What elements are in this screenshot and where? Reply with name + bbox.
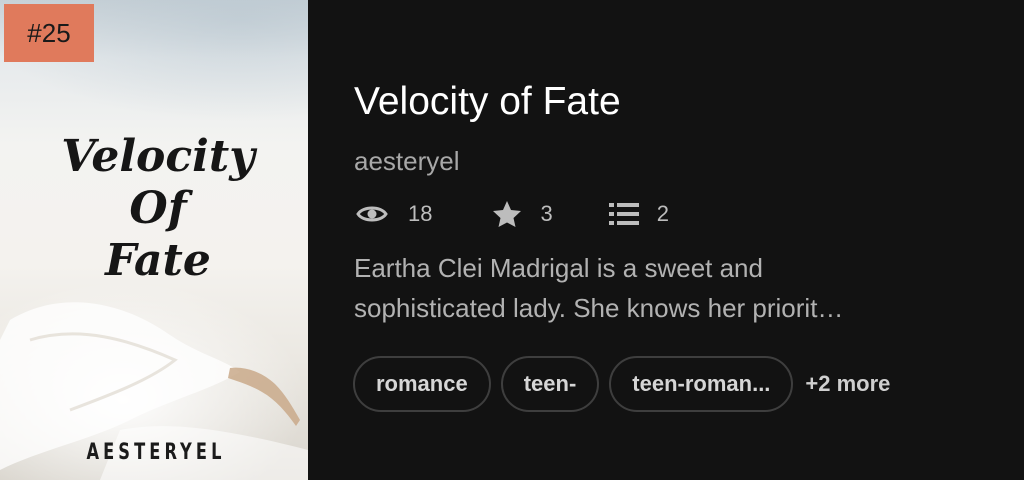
story-stats: 18 3 2 <box>356 196 729 232</box>
cover-author: AESTERYEL <box>86 440 226 465</box>
reads-stat: 18 <box>356 201 432 227</box>
description-line: Eartha Clei Madrigal is a sweet and <box>354 253 763 283</box>
rank-badge: #25 <box>4 4 94 62</box>
description-line: sophisticated lady. She knows her priori… <box>354 293 844 323</box>
reads-count: 18 <box>408 201 433 226</box>
cover-title-line: Velocity <box>61 131 255 182</box>
more-tags-link[interactable]: +2 more <box>805 371 890 397</box>
votes-stat: 3 <box>492 200 553 228</box>
tag-teen[interactable]: teen- <box>500 356 600 412</box>
story-card[interactable]: Velocity Of Fate AESTERYEL #25 Velocity … <box>0 0 1024 480</box>
tag-teen-romance[interactable]: teen-roman... <box>609 356 794 412</box>
parts-stat: 2 <box>608 201 669 227</box>
eye-icon <box>356 206 388 222</box>
tag-romance[interactable]: romance <box>353 356 491 412</box>
parts-count: 2 <box>656 201 669 226</box>
star-icon <box>493 201 522 227</box>
cover-title-line: Fate <box>105 235 211 286</box>
book-cover[interactable]: Velocity Of Fate AESTERYEL <box>0 0 308 480</box>
story-title[interactable]: Velocity of Fate <box>354 80 621 124</box>
votes-count: 3 <box>540 201 553 226</box>
story-description[interactable]: Eartha Clei Madrigal is a sweet and soph… <box>354 248 994 328</box>
list-icon <box>608 203 639 225</box>
tag-list: romance teen- teen-roman... +2 more <box>353 356 890 412</box>
cover-title-line: Of <box>129 183 187 234</box>
story-author[interactable]: aesteryel <box>354 146 460 177</box>
